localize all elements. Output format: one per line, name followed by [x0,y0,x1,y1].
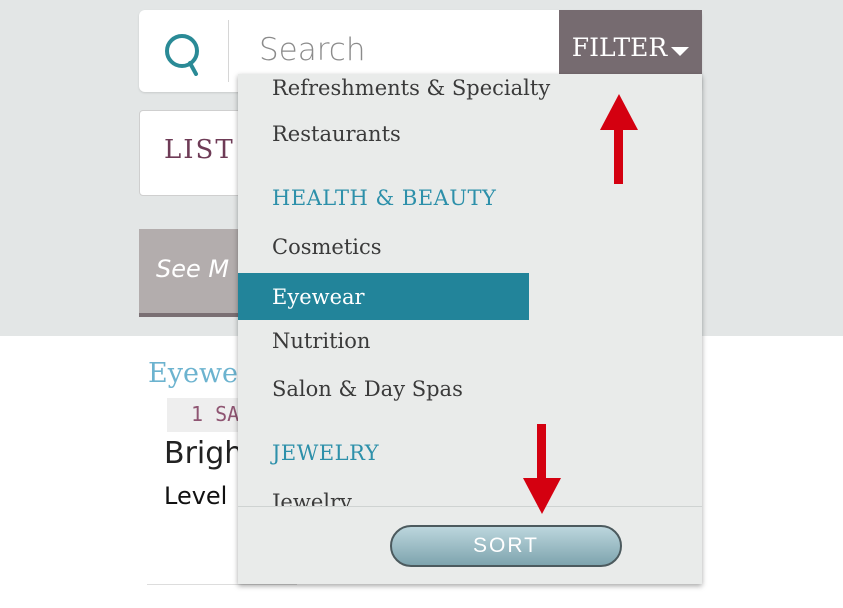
dropdown-footer-divider [238,506,702,507]
sort-button[interactable]: SORT [390,525,622,567]
result-level: Level [164,482,228,510]
search-icon[interactable] [163,32,203,76]
arrow-down-icon [523,424,561,514]
tab-list-label: LIST [164,135,235,165]
result-badge: 1 SA [167,398,247,432]
divider [147,584,297,585]
filter-label: FILTER [571,32,668,62]
dropdown-item-restaurants[interactable]: Restaurants [238,110,529,157]
result-name[interactable]: Eyewe [148,358,238,389]
result-badge-label: 1 SA [191,402,240,426]
dropdown-item-cosmetics[interactable]: Cosmetics [238,223,529,270]
dropdown-item-nutrition[interactable]: Nutrition [238,317,529,364]
search-input[interactable] [245,24,545,76]
dropdown-header-health-beauty: HEALTH & BEAUTY [272,186,497,210]
result-brand: Brigh [164,436,244,471]
sort-label: SORT [473,534,539,557]
dropdown-header-jewelry: JEWELRY [272,441,380,465]
filter-button[interactable]: FILTER [559,10,702,84]
dropdown-item-eyewear[interactable]: Eyewear [238,273,529,320]
dropdown-item-refreshments-specialty[interactable]: Refreshments & Specialty [238,74,550,111]
dropdown-item-salon-day-spas[interactable]: Salon & Day Spas [238,365,529,412]
chevron-down-icon [671,46,690,56]
arrow-up-icon [600,94,638,184]
dropdown-item-jewelry[interactable]: Jewelry [238,478,529,507]
see-more-label: See M [156,255,230,283]
search-divider [228,20,229,82]
